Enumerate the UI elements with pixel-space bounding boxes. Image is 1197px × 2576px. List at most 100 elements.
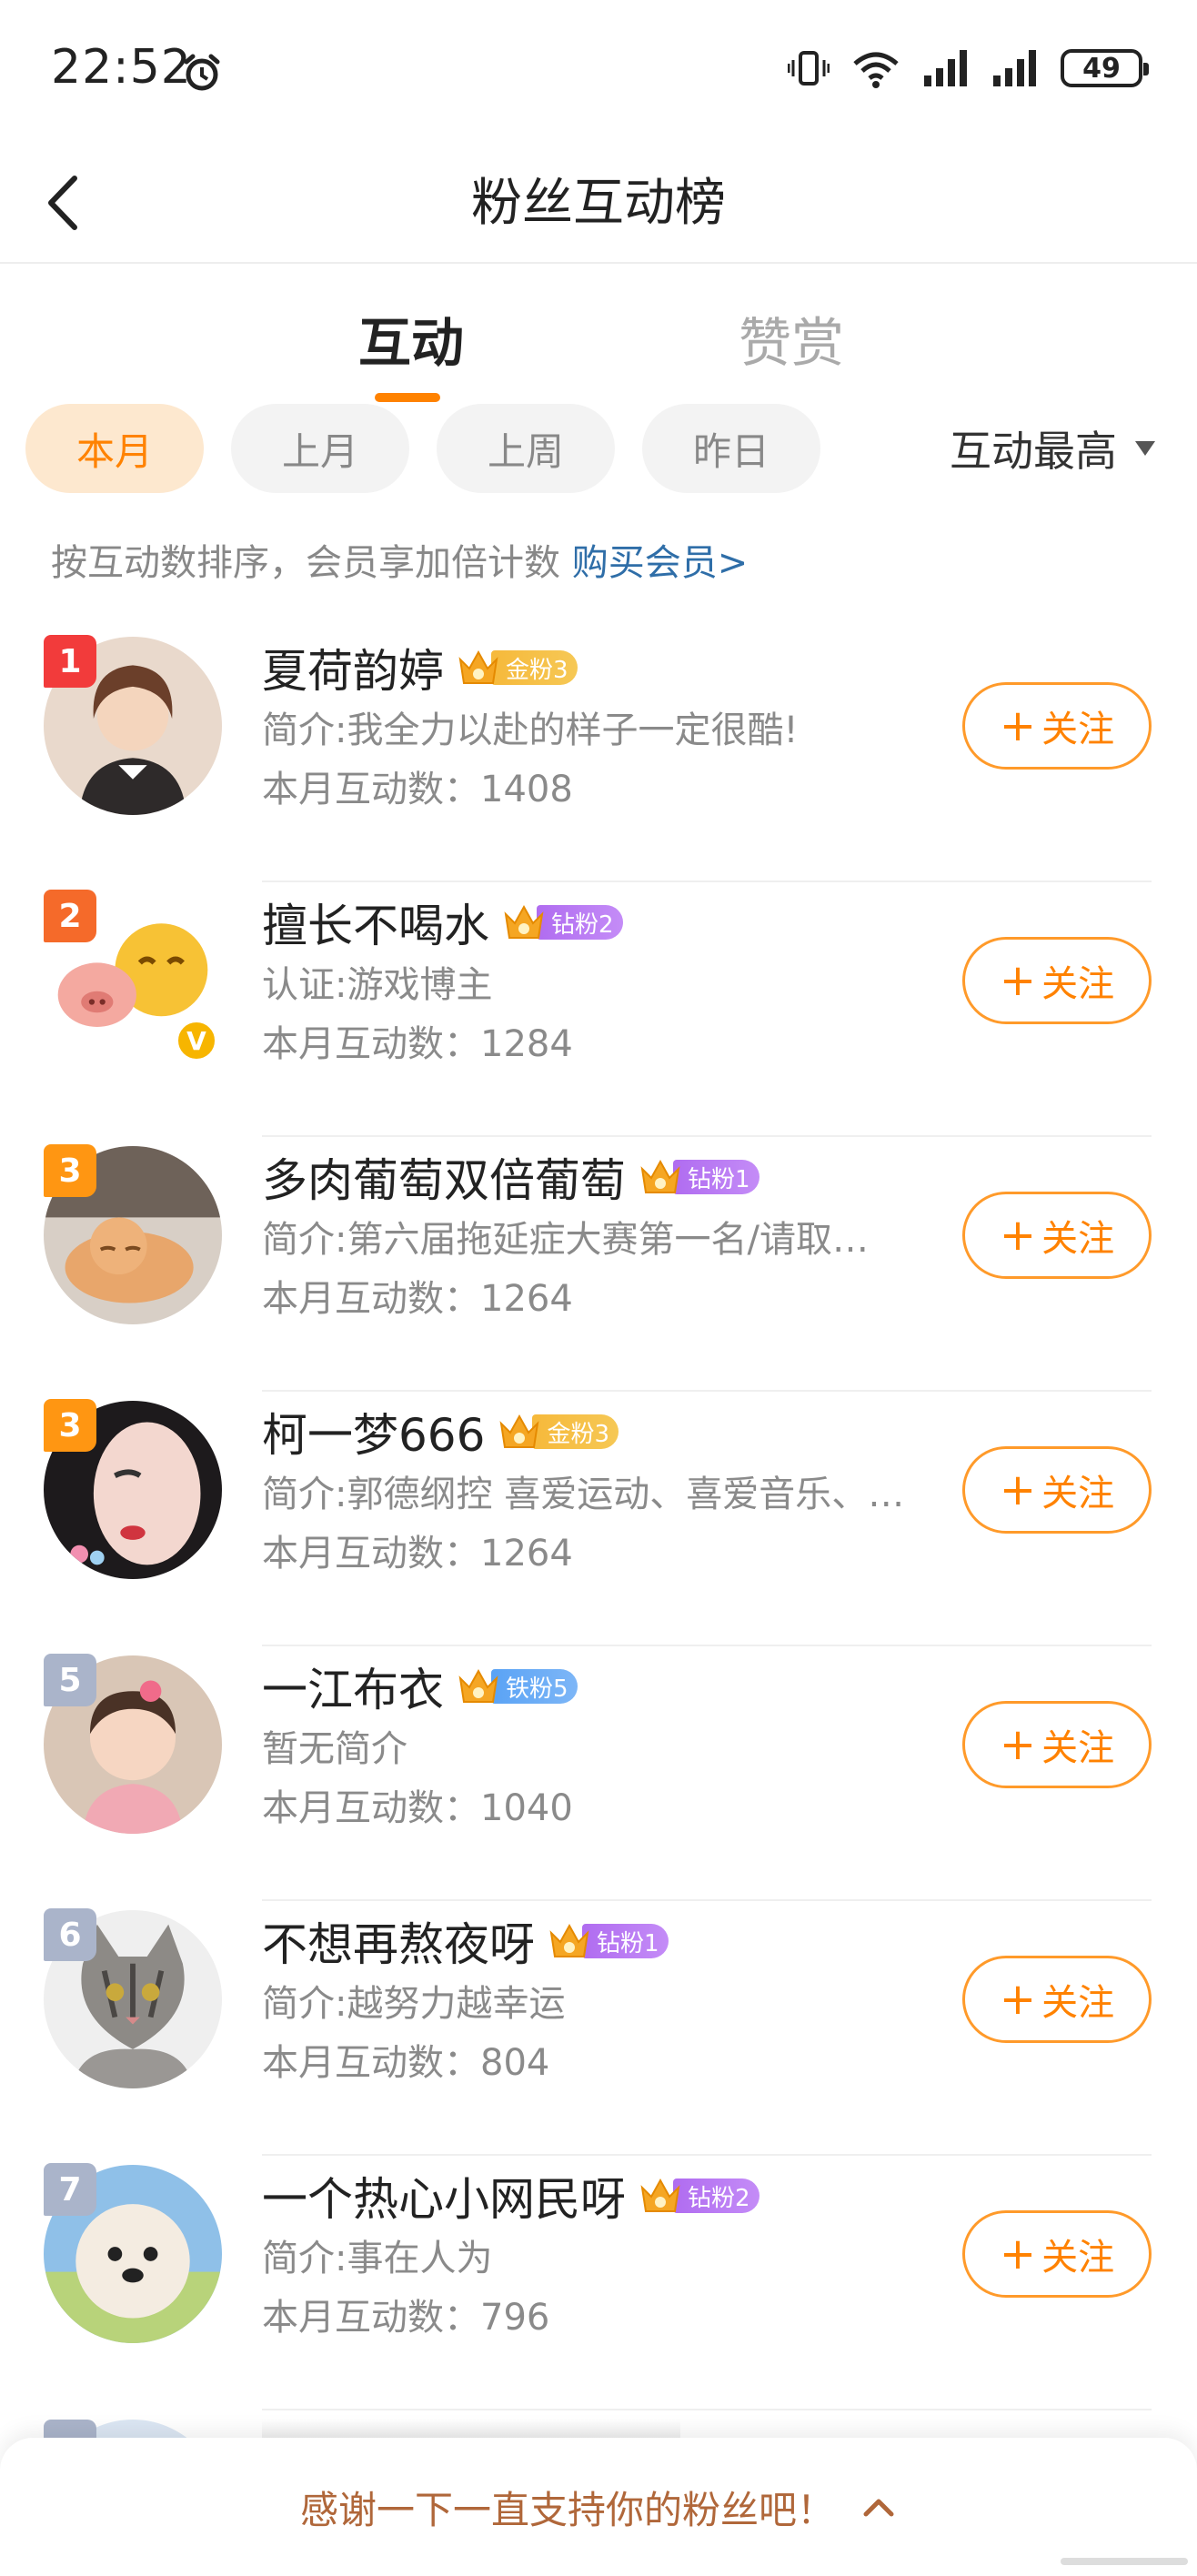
rank-badge: 1 [44,635,96,688]
fan-description: 简介:越努力越幸运 [262,1983,566,2025]
wifi-icon [853,52,899,88]
fan-list: 1 夏荷韵婷 金粉3 简介:我全力以赴的样子一定很酷! 本月互动数：1408 +… [0,628,1197,2410]
caret-down-icon [1135,441,1155,456]
interaction-count: 本月互动数：1264 [262,1533,573,1575]
list-item[interactable]: 3 柯一梦666 金粉3 简介:郭德纲控 喜爱运动、喜爱音乐、… 本月互动数：1… [0,1392,1197,1646]
badge-label: 钻粉2 [673,2179,759,2213]
tab-reward[interactable]: 赞赏 [739,300,844,377]
crown-icon [640,2178,680,2212]
follow-button[interactable]: + 关注 [962,937,1152,1024]
fan-name: 擅长不喝水 [262,900,489,952]
follow-button[interactable]: + 关注 [962,1446,1152,1534]
status-bar: 22:52 49 [0,0,1197,136]
fan-name: 夏荷韵婷 [262,645,444,698]
plus-icon: + [999,1210,1037,1261]
fan-name: 一江布衣 [262,1664,444,1716]
status-icons: 49 [788,47,1149,89]
crown-icon [458,1668,498,1703]
battery-level: 49 [1082,52,1121,85]
hint-text: 按互动数排序，会员享加倍计数 [51,542,572,584]
fan-level-badge: 铁粉5 [457,1667,578,1706]
signal-icon [924,50,967,86]
badge-label: 钻粉1 [673,1160,759,1194]
sort-label: 互动最高 [950,427,1117,476]
filter-yesterday[interactable]: 昨日 [642,404,820,493]
follow-label: 关注 [1041,1218,1115,1260]
tab-bar: 互动 赞赏 [0,300,1197,409]
list-item[interactable]: 2 V 擅长不喝水 钻粉2 认证:游戏博主 本月互动数：1284 + 关注 [0,882,1197,1137]
page-title: 粉丝互动榜 [471,174,726,233]
fan-info: 柯一梦666 金粉3 简介:郭德纲控 喜爱运动、喜爱音乐、… 本月互动数：126… [262,1399,935,1585]
sort-dropdown[interactable]: 互动最高 [950,418,1155,478]
plus-icon: + [999,1974,1037,2025]
fan-level-badge: 钻粉1 [639,1158,759,1196]
chevron-up-icon [863,2499,894,2517]
fan-info: 夏荷韵婷 金粉3 简介:我全力以赴的样子一定很酷! 本月互动数：1408 [262,635,935,820]
thank-fans-text: 感谢一下一直支持你的粉丝吧！ [299,2487,835,2532]
list-item[interactable]: 5 一江布衣 铁粉5 暂无简介 本月互动数：1040 + 关注 [0,1646,1197,1901]
rank-badge: 5 [44,1654,96,1706]
list-item[interactable]: 7 一个热心小网民呀 钻粉2 简介:事在人为 本月互动数：796 + 关注 [0,2156,1197,2410]
badge-label: 钻粉2 [537,905,623,940]
filter-last-month[interactable]: 上月 [231,404,409,493]
rank-badge: 6 [44,1908,96,1961]
list-item[interactable]: 3 多肉葡萄双倍葡萄 钻粉1 简介:第六届拖延症大赛第一名/请取… 本月互动数：… [0,1137,1197,1392]
fan-name: 多肉葡萄双倍葡萄 [262,1154,626,1207]
fan-description: 简介:事在人为 [262,2238,493,2279]
rank-badge: 3 [44,1144,96,1197]
rank-badge: 3 [44,1399,96,1452]
fan-name: 不想再熬夜呀 [262,1918,535,1971]
fan-description: 简介:第六届拖延症大赛第一名/请取… [262,1219,869,1261]
crown-icon [549,1923,589,1957]
fan-level-badge: 钻粉2 [502,903,623,941]
follow-label: 关注 [1041,709,1115,750]
plus-icon: + [999,955,1037,1006]
filter-this-month[interactable]: 本月 [25,404,204,493]
follow-button[interactable]: + 关注 [962,1192,1152,1279]
interaction-count: 本月互动数：1408 [262,769,573,810]
fan-level-badge: 金粉3 [457,649,578,687]
rank-badge: 2 [44,890,96,942]
fan-info: 一江布衣 铁粉5 暂无简介 本月互动数：1040 [262,1654,935,1839]
alarm-icon [184,54,220,91]
verified-icon: V [175,1019,218,1062]
follow-button[interactable]: + 关注 [962,1956,1152,2043]
fan-description: 简介:郭德纲控 喜爱运动、喜爱音乐、… [262,1474,905,1515]
fan-info: 一个热心小网民呀 钻粉2 简介:事在人为 本月互动数：796 [262,2163,935,2349]
status-time: 22:52 [51,40,192,95]
fan-info: 不想再熬夜呀 钻粉1 简介:越努力越幸运 本月互动数：804 [262,1908,935,2094]
badge-label: 铁粉5 [491,1669,578,1704]
vibrate-icon [788,51,830,86]
crown-icon [458,649,498,684]
badge-label: 金粉3 [491,650,578,685]
interaction-count: 本月互动数：1284 [262,1023,573,1065]
home-indicator [1061,2558,1188,2565]
fan-level-badge: 钻粉1 [548,1922,669,1960]
filter-last-week[interactable]: 上周 [437,404,615,493]
interaction-count: 本月互动数：796 [262,2297,550,2339]
thank-fans-bar[interactable]: 感谢一下一直支持你的粉丝吧！ [0,2438,1197,2576]
tab-interaction[interactable]: 互动 [358,300,464,377]
list-item[interactable]: 1 夏荷韵婷 金粉3 简介:我全力以赴的样子一定很酷! 本月互动数：1408 +… [0,628,1197,882]
list-item[interactable]: 6 不想再熬夜呀 钻粉1 简介:越努力越幸运 本月互动数：804 + 关注 [0,1901,1197,2156]
badge-label: 钻粉1 [582,1924,669,1958]
period-filter: 本月 上月 上周 昨日 [25,404,820,493]
crown-icon [499,1414,539,1448]
fan-info: 多肉葡萄双倍葡萄 钻粉1 简介:第六届拖延症大赛第一名/请取… 本月互动数：12… [262,1144,935,1330]
follow-label: 关注 [1041,1727,1115,1769]
interaction-count: 本月互动数：804 [262,2042,550,2084]
follow-button[interactable]: + 关注 [962,1701,1152,1788]
ranking-hint: 按互动数排序，会员享加倍计数 购买会员> [51,533,748,586]
tab-active-indicator [375,393,440,402]
rank-badge: 7 [44,2163,96,2216]
follow-label: 关注 [1041,1982,1115,2024]
buy-membership-link[interactable]: 购买会员> [572,542,749,584]
follow-button[interactable]: + 关注 [962,2210,1152,2298]
follow-button[interactable]: + 关注 [962,682,1152,770]
follow-label: 关注 [1041,1473,1115,1514]
fan-level-badge: 钻粉2 [639,2177,759,2215]
navigation-header: 粉丝互动榜 [0,136,1197,264]
fan-description: 暂无简介 [262,1728,407,1770]
plus-icon: + [999,2229,1037,2279]
follow-label: 关注 [1041,2237,1115,2279]
